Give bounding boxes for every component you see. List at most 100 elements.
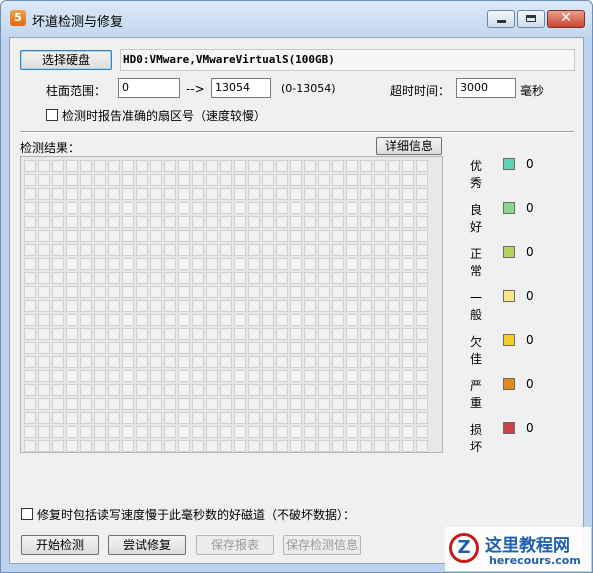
sector-cell	[164, 384, 176, 396]
sector-cell	[416, 356, 428, 368]
sector-cell	[416, 328, 428, 340]
sector-cell	[136, 440, 148, 452]
sector-cell	[346, 174, 358, 186]
select-disk-button[interactable]: 选择硬盘	[20, 50, 112, 70]
sector-cell	[318, 174, 330, 186]
sector-cell	[374, 174, 386, 186]
repair-slow-checkbox[interactable]	[21, 508, 33, 520]
sector-cell	[276, 412, 288, 424]
repair-slow-label: 修复时包括读写速度慢于此毫秒数的好磁道（不破坏数据）：	[37, 508, 356, 522]
sector-cell	[360, 216, 372, 228]
sector-cell	[374, 342, 386, 354]
bad-sector-window: 5 坏道检测与修复 ✕ 选择硬盘 HD0:VMware,VMwareVirtua…	[0, 0, 593, 573]
sector-cell	[164, 230, 176, 242]
legend-swatch	[503, 202, 515, 214]
sector-cell	[388, 202, 400, 214]
details-button[interactable]: 详细信息	[376, 137, 442, 155]
sector-cell	[178, 160, 190, 172]
title-bar[interactable]: 5 坏道检测与修复 ✕	[1, 1, 592, 37]
sector-cell	[290, 370, 302, 382]
minimize-button[interactable]	[487, 10, 515, 28]
sector-cell	[402, 188, 414, 200]
sector-cell	[220, 356, 232, 368]
sector-cell	[178, 398, 190, 410]
sector-cell	[248, 384, 260, 396]
sector-cell	[136, 188, 148, 200]
try-repair-button[interactable]: 尝试修复	[108, 535, 186, 555]
sector-cell	[332, 244, 344, 256]
timeout-input[interactable]: 3000	[456, 78, 516, 98]
maximize-button[interactable]	[517, 10, 545, 28]
sector-cell	[402, 160, 414, 172]
sector-cell	[276, 440, 288, 452]
sector-cell	[24, 384, 36, 396]
sector-cell	[262, 328, 274, 340]
sector-cell	[150, 272, 162, 284]
sector-cell	[136, 216, 148, 228]
sector-cell	[318, 188, 330, 200]
sector-cell	[94, 412, 106, 424]
sector-cell	[234, 244, 246, 256]
sector-cell	[108, 342, 120, 354]
sector-cell	[332, 314, 344, 326]
sector-cell	[38, 244, 50, 256]
sector-cell	[178, 300, 190, 312]
sector-cell	[38, 230, 50, 242]
sector-cell	[108, 160, 120, 172]
sector-cell	[388, 188, 400, 200]
sector-cell	[332, 328, 344, 340]
sector-cell	[248, 202, 260, 214]
sector-cell	[24, 300, 36, 312]
sector-cell	[276, 188, 288, 200]
sector-cell	[192, 202, 204, 214]
sector-cell	[66, 202, 78, 214]
sector-cell	[80, 356, 92, 368]
sector-cell	[24, 426, 36, 438]
sector-cell	[290, 314, 302, 326]
sector-cell	[52, 216, 64, 228]
sector-cell	[416, 188, 428, 200]
sector-cell	[164, 202, 176, 214]
close-button[interactable]: ✕	[547, 10, 585, 28]
sector-cell	[332, 160, 344, 172]
sector-cell	[402, 244, 414, 256]
sector-cell	[94, 356, 106, 368]
cylinder-from-input[interactable]: 0	[118, 78, 180, 98]
sector-cell	[94, 160, 106, 172]
sector-cell	[388, 286, 400, 298]
sector-cell	[220, 300, 232, 312]
sector-cell	[402, 314, 414, 326]
sector-cell	[234, 440, 246, 452]
sector-cell	[248, 398, 260, 410]
sector-cell	[136, 342, 148, 354]
sector-cell	[192, 160, 204, 172]
sector-cell	[164, 188, 176, 200]
sector-cell	[234, 202, 246, 214]
sector-cell	[234, 370, 246, 382]
sector-cell	[66, 258, 78, 270]
sector-cell	[66, 216, 78, 228]
sector-cell	[136, 412, 148, 424]
range-arrow: -->	[186, 82, 205, 96]
report-sector-checkbox[interactable]	[46, 109, 58, 121]
legend-label: 欠佳	[470, 335, 483, 366]
sector-cell	[108, 188, 120, 200]
sector-cell	[290, 272, 302, 284]
sector-cell	[66, 356, 78, 368]
sector-cell	[234, 314, 246, 326]
sector-cell	[66, 328, 78, 340]
sector-cell	[206, 286, 218, 298]
sector-cell	[164, 426, 176, 438]
sector-cell	[150, 216, 162, 228]
sector-cell	[122, 314, 134, 326]
save-report-button: 保存报表	[196, 535, 274, 555]
sector-cell	[108, 216, 120, 228]
sector-cell	[80, 188, 92, 200]
sector-cell	[150, 356, 162, 368]
start-scan-button[interactable]: 开始检测	[21, 535, 99, 555]
sector-cell	[52, 244, 64, 256]
sector-cell	[122, 202, 134, 214]
maximize-icon	[526, 15, 536, 22]
legend-swatch	[503, 158, 515, 170]
cylinder-to-input[interactable]: 13054	[211, 78, 271, 98]
